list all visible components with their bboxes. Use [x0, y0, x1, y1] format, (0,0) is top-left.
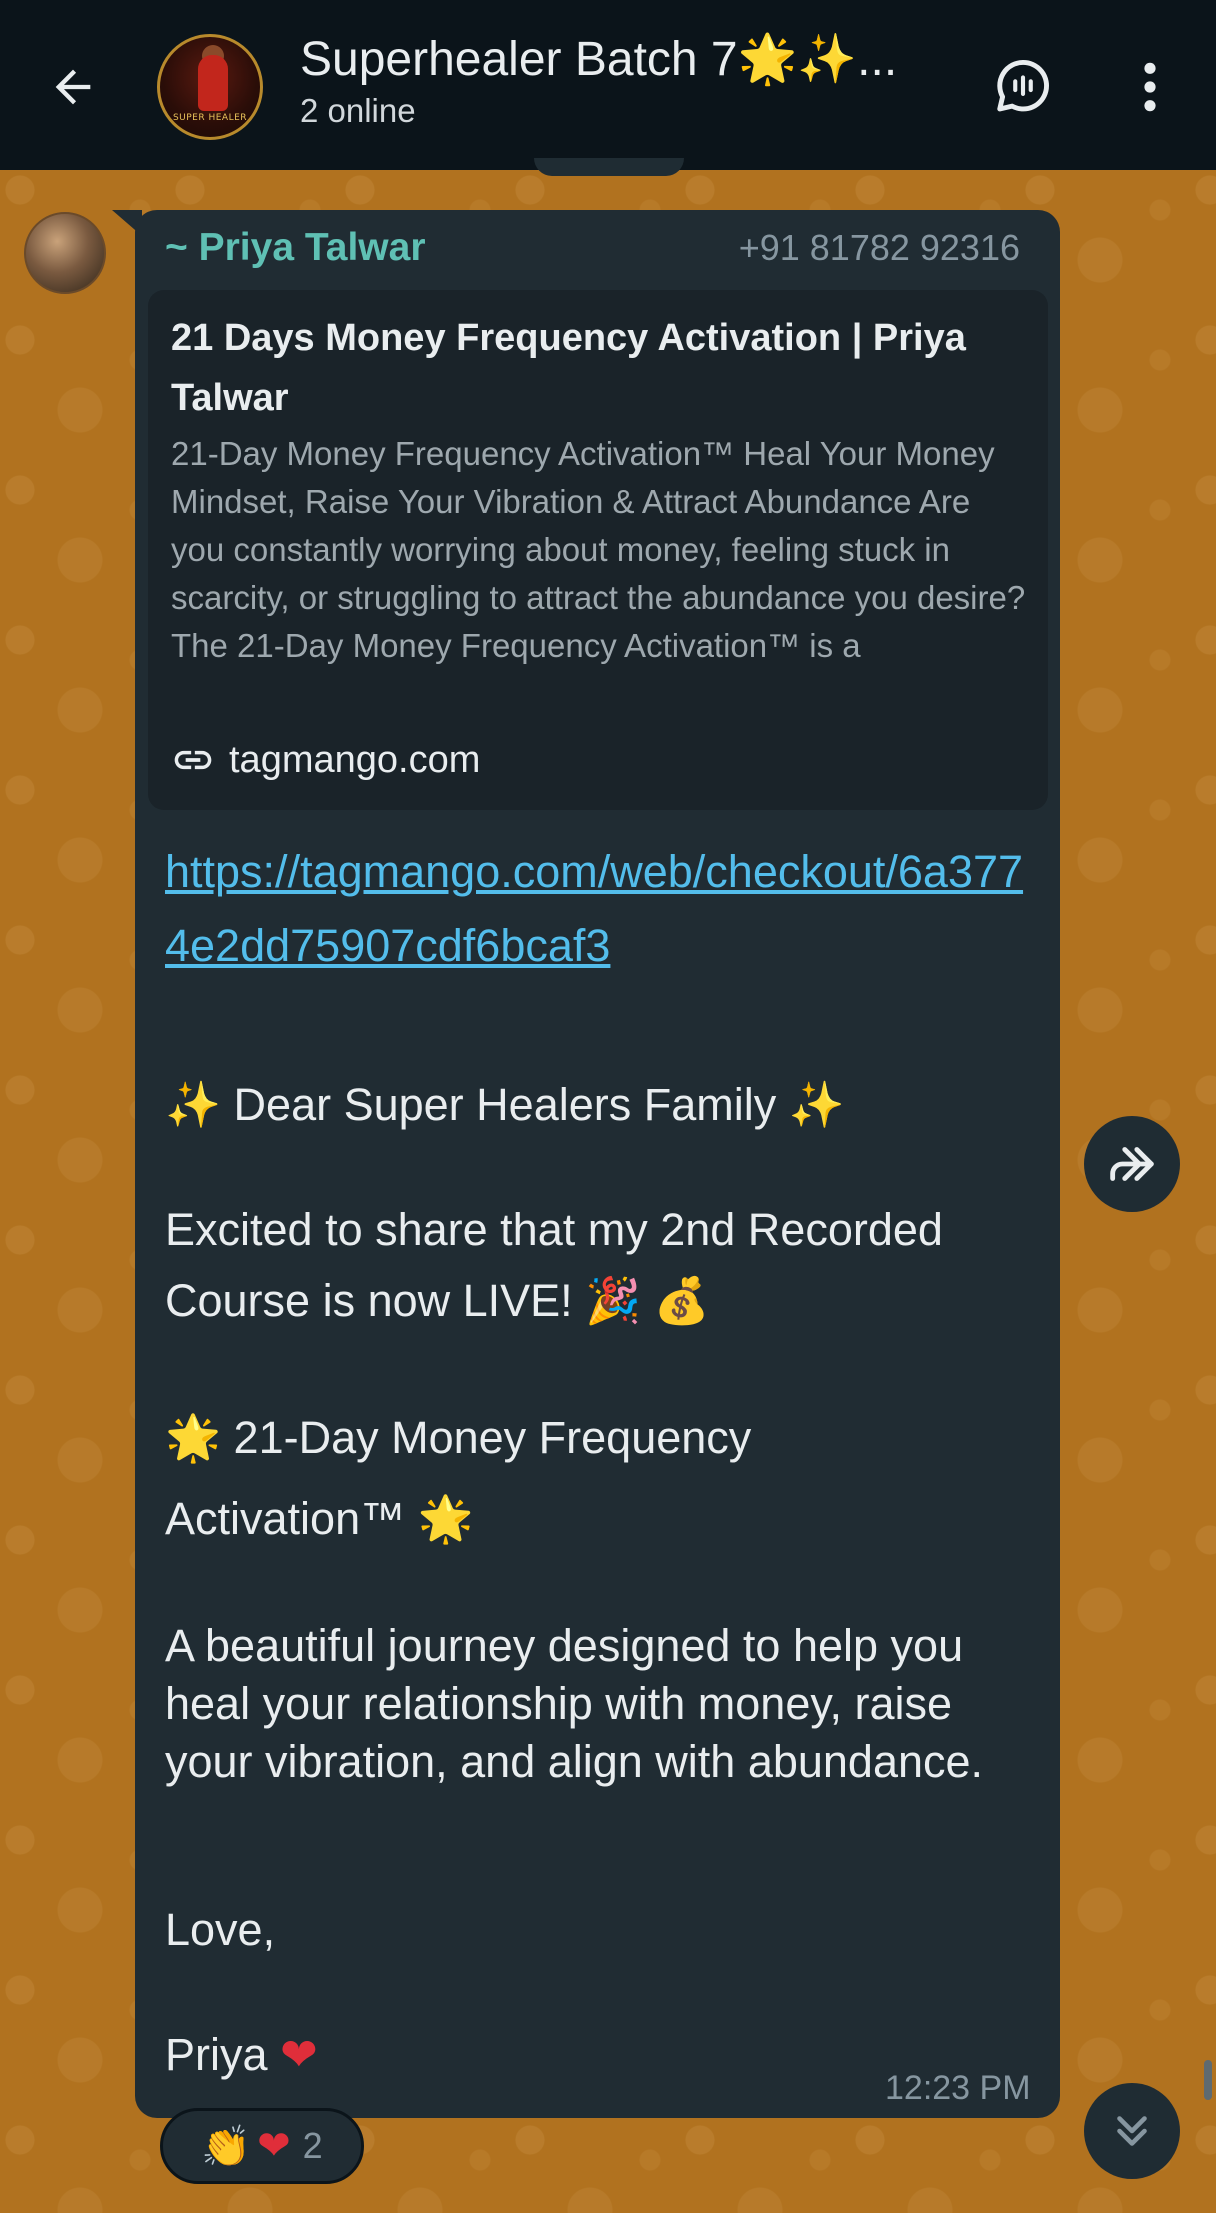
party-popper-icon: 🎉 [585, 1274, 642, 1327]
checkout-link[interactable]: https://tagmango.com/web/checkout/6a3774… [165, 835, 1025, 983]
reaction-count: 2 [302, 2125, 323, 2166]
greeting-line: ✨ Dear Super Healers Family ✨ [165, 1076, 1025, 1134]
clapping-hands-icon: 👏 [201, 2123, 252, 2170]
message-time: 12:23 PM [885, 2069, 1031, 2107]
avatar-figure-body [198, 55, 228, 111]
back-button[interactable] [38, 52, 108, 122]
back-arrow-icon [55, 69, 91, 105]
link-preview-title: 21 Days Money Frequency Activation | Pri… [171, 317, 966, 419]
announce-line-2: Course is now LIVE! 🎉 💰 [165, 1272, 1025, 1330]
glowing-star-icon: 🌟 [165, 1411, 222, 1464]
money-bag-icon: 💰 [653, 1274, 710, 1327]
voice-chat-icon [997, 60, 1049, 112]
link-preview-domain-row: tagmango.com [171, 738, 480, 782]
voice-chat-button[interactable] [988, 52, 1058, 122]
red-heart-icon: ❤ [280, 2028, 318, 2081]
course-text-1: 21-Day Money Frequency [233, 1412, 752, 1463]
sender-avatar[interactable] [24, 212, 106, 294]
online-status: 2 online [300, 92, 416, 129]
sparkles-icon: ✨ [165, 1078, 222, 1131]
scroll-to-bottom-button[interactable] [1084, 2083, 1180, 2179]
link-preview-card[interactable]: 21 Days Money Frequency Activation | Pri… [148, 290, 1048, 810]
reactions-pill[interactable]: 👏 ❤ 2 [160, 2108, 364, 2184]
course-line-2: Activation™ 🌟 [165, 1490, 1025, 1548]
link-preview-domain: tagmango.com [229, 738, 481, 781]
more-options-button[interactable] [1120, 52, 1180, 122]
announce-line-1: Excited to share that my 2nd Recorded [165, 1201, 1025, 1259]
signoff-text: Love, [165, 1904, 276, 1955]
double-chevron-down-icon [1117, 2116, 1147, 2146]
avatar-logo-text: SUPER HEALER [172, 113, 248, 123]
forward-icon [1110, 1147, 1154, 1181]
signature-text: Priya [165, 2029, 268, 2080]
chat-title-block[interactable]: Superhealer Batch 7🌟✨... 2 online [300, 30, 920, 130]
course-line-1: 🌟 21-Day Money Frequency [165, 1409, 1025, 1467]
course-text-2: Activation™ [165, 1493, 406, 1544]
sender-name[interactable]: ~ Priya Talwar [165, 226, 426, 270]
chat-title: Superhealer Batch 7🌟✨... [300, 33, 898, 86]
link-preview-description: 21-Day Money Frequency Activation™ Heal … [171, 435, 1026, 664]
heart-reaction-icon: ❤ [257, 2123, 291, 2169]
announce-text-2: Course is now LIVE! [165, 1275, 573, 1326]
sender-row: ~ Priya Talwar +91 81782 92316 [165, 226, 1020, 270]
scrollbar-thumb[interactable] [1204, 2060, 1212, 2100]
group-avatar[interactable]: SUPER HEALER [157, 34, 263, 140]
body-paragraph: A beautiful journey designed to help you… [165, 1620, 984, 1787]
glowing-star-icon: 🌟 [417, 1492, 474, 1545]
link-icon [174, 750, 212, 770]
sparkles-icon: ✨ [788, 1078, 845, 1131]
more-vert-icon [1144, 62, 1156, 112]
sender-phone: +91 81782 92316 [738, 227, 1020, 268]
chat-header: SUPER HEALER Superhealer Batch 7🌟✨... 2 … [0, 0, 1216, 170]
greeting-text: Dear Super Healers Family [233, 1079, 777, 1130]
previous-message-stub [534, 158, 684, 176]
forward-button[interactable] [1084, 1116, 1180, 1212]
announce-text-1: Excited to share that my 2nd Recorded [165, 1204, 943, 1255]
